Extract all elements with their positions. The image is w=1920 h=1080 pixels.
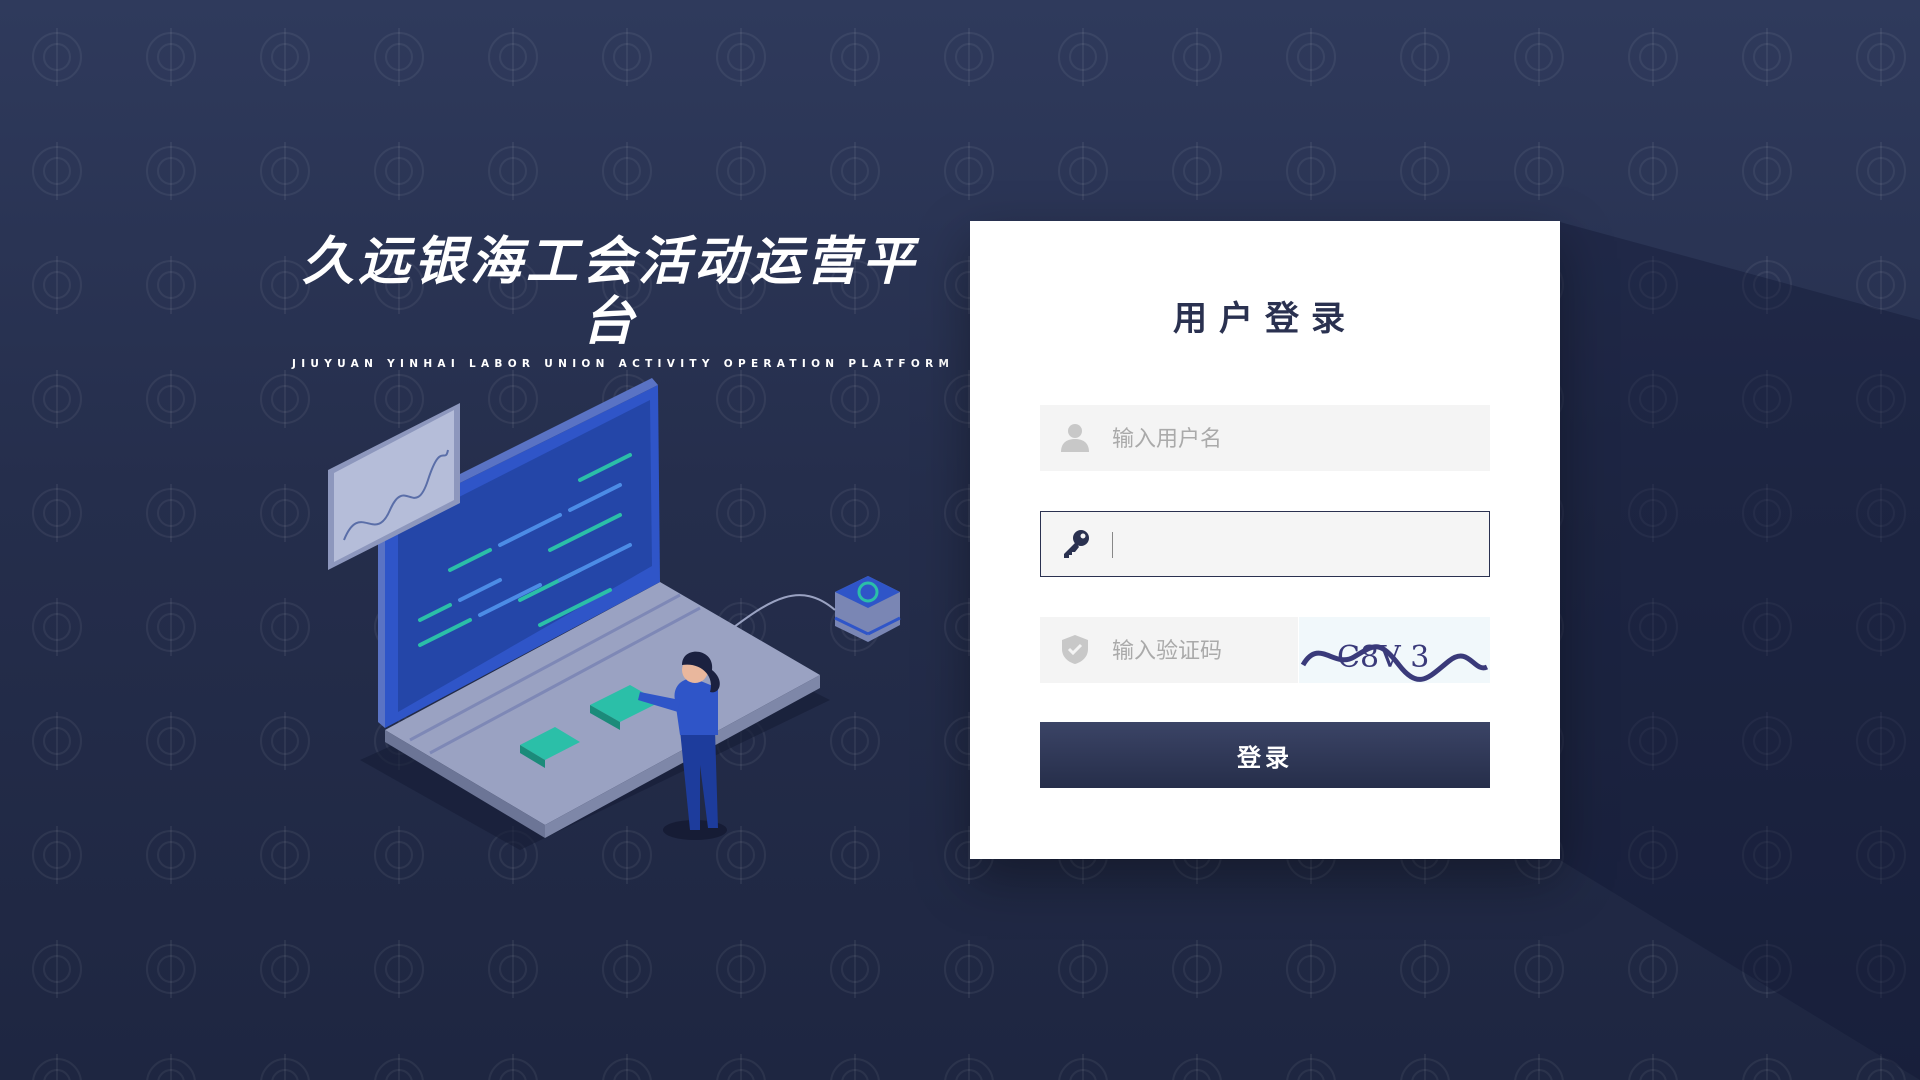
shield-icon [1062, 635, 1088, 664]
login-button[interactable]: 登录 [1040, 722, 1490, 788]
username-input[interactable] [1110, 405, 1474, 473]
login-title: 用户登录 [1173, 299, 1357, 339]
captcha-graphic: C8V 3 [1300, 640, 1489, 682]
captcha-field[interactable] [1040, 617, 1298, 685]
username-field[interactable] [1040, 405, 1490, 473]
card-shadow-beam [1050, 222, 1920, 1080]
brand-title: 久远银海工会活动运营平台 [301, 232, 918, 352]
captcha-image[interactable]: C8V 3 [1299, 617, 1490, 683]
login-card: 用户登录 C8V 3 登录 [970, 221, 1560, 859]
brand-header: 久远银海工会活动运营平台 JIUYUAN YINHAI LABOR UNION … [292, 232, 955, 370]
captcha-input[interactable] [1110, 617, 1294, 685]
brand-subtitle: JIUYUAN YINHAI LABOR UNION ACTIVITY OPER… [292, 358, 955, 370]
key-icon [1064, 530, 1089, 558]
user-icon [1061, 424, 1089, 452]
background-pattern [0, 0, 1920, 1080]
password-field[interactable] [1040, 511, 1490, 578]
password-input[interactable] [1111, 512, 1475, 578]
laptop-illustration [328, 378, 901, 850]
text-caret [1112, 532, 1113, 558]
captcha-text: C8V 3 [1337, 640, 1429, 675]
